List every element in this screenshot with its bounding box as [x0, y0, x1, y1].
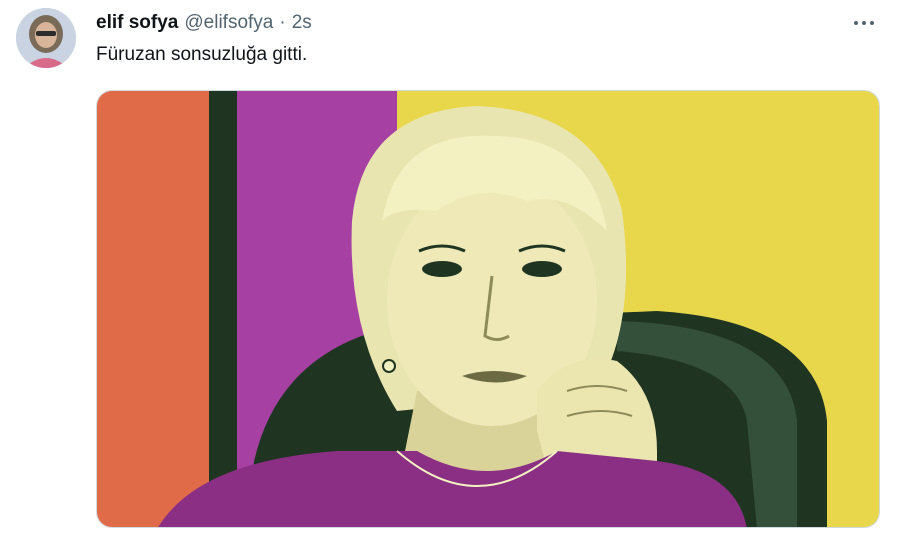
more-dot — [862, 21, 866, 25]
tweet-header: elif sofya @elifsofya · 2s — [96, 12, 312, 34]
display-name[interactable]: elif sofya — [96, 12, 178, 34]
avatar[interactable] — [16, 8, 76, 68]
more-options-button[interactable] — [846, 8, 882, 38]
tweet[interactable]: elif sofya @elifsofya · 2s Füruzan sonsu… — [0, 0, 900, 548]
tweet-media-image[interactable] — [96, 90, 880, 528]
timestamp[interactable]: 2s — [292, 12, 312, 34]
more-horizontal-icon — [854, 21, 858, 25]
tweet-text: Füruzan sonsuzluğa gitti. — [96, 44, 308, 65]
user-handle[interactable]: @elifsofya — [184, 12, 273, 34]
more-dot — [870, 21, 874, 25]
separator-dot: · — [279, 12, 286, 33]
